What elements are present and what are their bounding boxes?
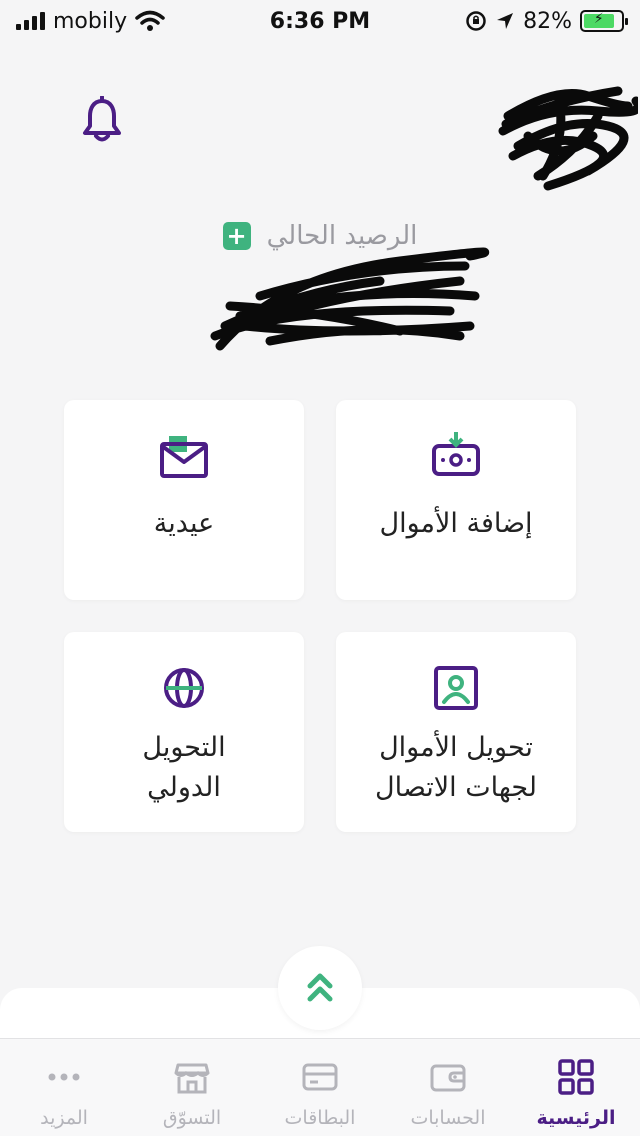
contact-icon: [434, 666, 478, 710]
wallet-icon: [430, 1064, 466, 1092]
battery-icon: ⚡: [580, 10, 628, 32]
tab-accounts[interactable]: الحسابات: [384, 1039, 512, 1136]
double-chevron-up-icon: [307, 973, 333, 1002]
status-right: 82% ⚡: [465, 8, 628, 34]
location-arrow-icon: [497, 13, 514, 29]
tab-cards[interactable]: البطاقات: [256, 1039, 384, 1136]
balance-amount-redacted: [210, 247, 489, 351]
envelope-icon: [160, 436, 208, 478]
transfer-contacts-label-line2: لجهات الاتصال: [375, 772, 537, 803]
tab-cards-label: البطاقات: [284, 1107, 356, 1129]
tab-bar: المزيد التسوّق البطاقات الحسابات الرئيسي…: [0, 1038, 640, 1136]
transfer-contacts-label-line1: تحويل الأموال: [379, 732, 533, 763]
globe-icon: [164, 668, 204, 708]
status-bar: mobily 6:36 PM 82% ⚡: [0, 0, 640, 42]
status-left: mobily: [16, 9, 165, 34]
expand-sheet-button[interactable]: [278, 946, 362, 1030]
carrier-name: mobily: [53, 8, 128, 34]
tab-shopping[interactable]: التسوّق: [128, 1039, 256, 1136]
tab-accounts-label: الحسابات: [410, 1107, 486, 1129]
battery-percent: 82%: [523, 8, 572, 34]
more-dots-icon: [48, 1073, 80, 1081]
international-label-line2: الدولي: [147, 772, 221, 803]
transfer-contacts-label: تحويل الأموال لجهات الاتصال: [375, 728, 537, 808]
tab-shopping-label: التسوّق: [162, 1107, 222, 1129]
notifications-bell-icon[interactable]: [80, 96, 124, 144]
wifi-icon: [135, 10, 165, 31]
signal-icon: [16, 12, 45, 30]
eidiya-label: عيدية: [153, 508, 215, 539]
credit-card-icon: [302, 1063, 338, 1091]
add-money-icon: [432, 432, 480, 476]
home-screen: mobily 6:36 PM 82% ⚡ + الرصيد الحالي إضا…: [0, 0, 640, 1136]
international-transfer-card[interactable]: التحويل الدولي: [64, 632, 304, 832]
international-label-line1: التحويل: [142, 732, 226, 763]
grid-home-icon: [558, 1059, 594, 1095]
add-funds-label: إضافة الأموال: [379, 508, 533, 539]
eidiya-card[interactable]: عيدية: [64, 400, 304, 600]
profile-avatar[interactable]: [498, 76, 638, 196]
tab-home-label: الرئيسية: [536, 1107, 616, 1129]
tab-home[interactable]: الرئيسية: [512, 1039, 640, 1136]
international-transfer-label: التحويل الدولي: [142, 728, 225, 808]
tab-more-label: المزيد: [40, 1107, 88, 1129]
rotation-lock-icon: [466, 11, 486, 31]
transfer-contacts-card[interactable]: تحويل الأموال لجهات الاتصال: [336, 632, 576, 832]
add-funds-card[interactable]: إضافة الأموال: [336, 400, 576, 600]
tab-more[interactable]: المزيد: [0, 1039, 128, 1136]
store-icon: [174, 1063, 210, 1094]
